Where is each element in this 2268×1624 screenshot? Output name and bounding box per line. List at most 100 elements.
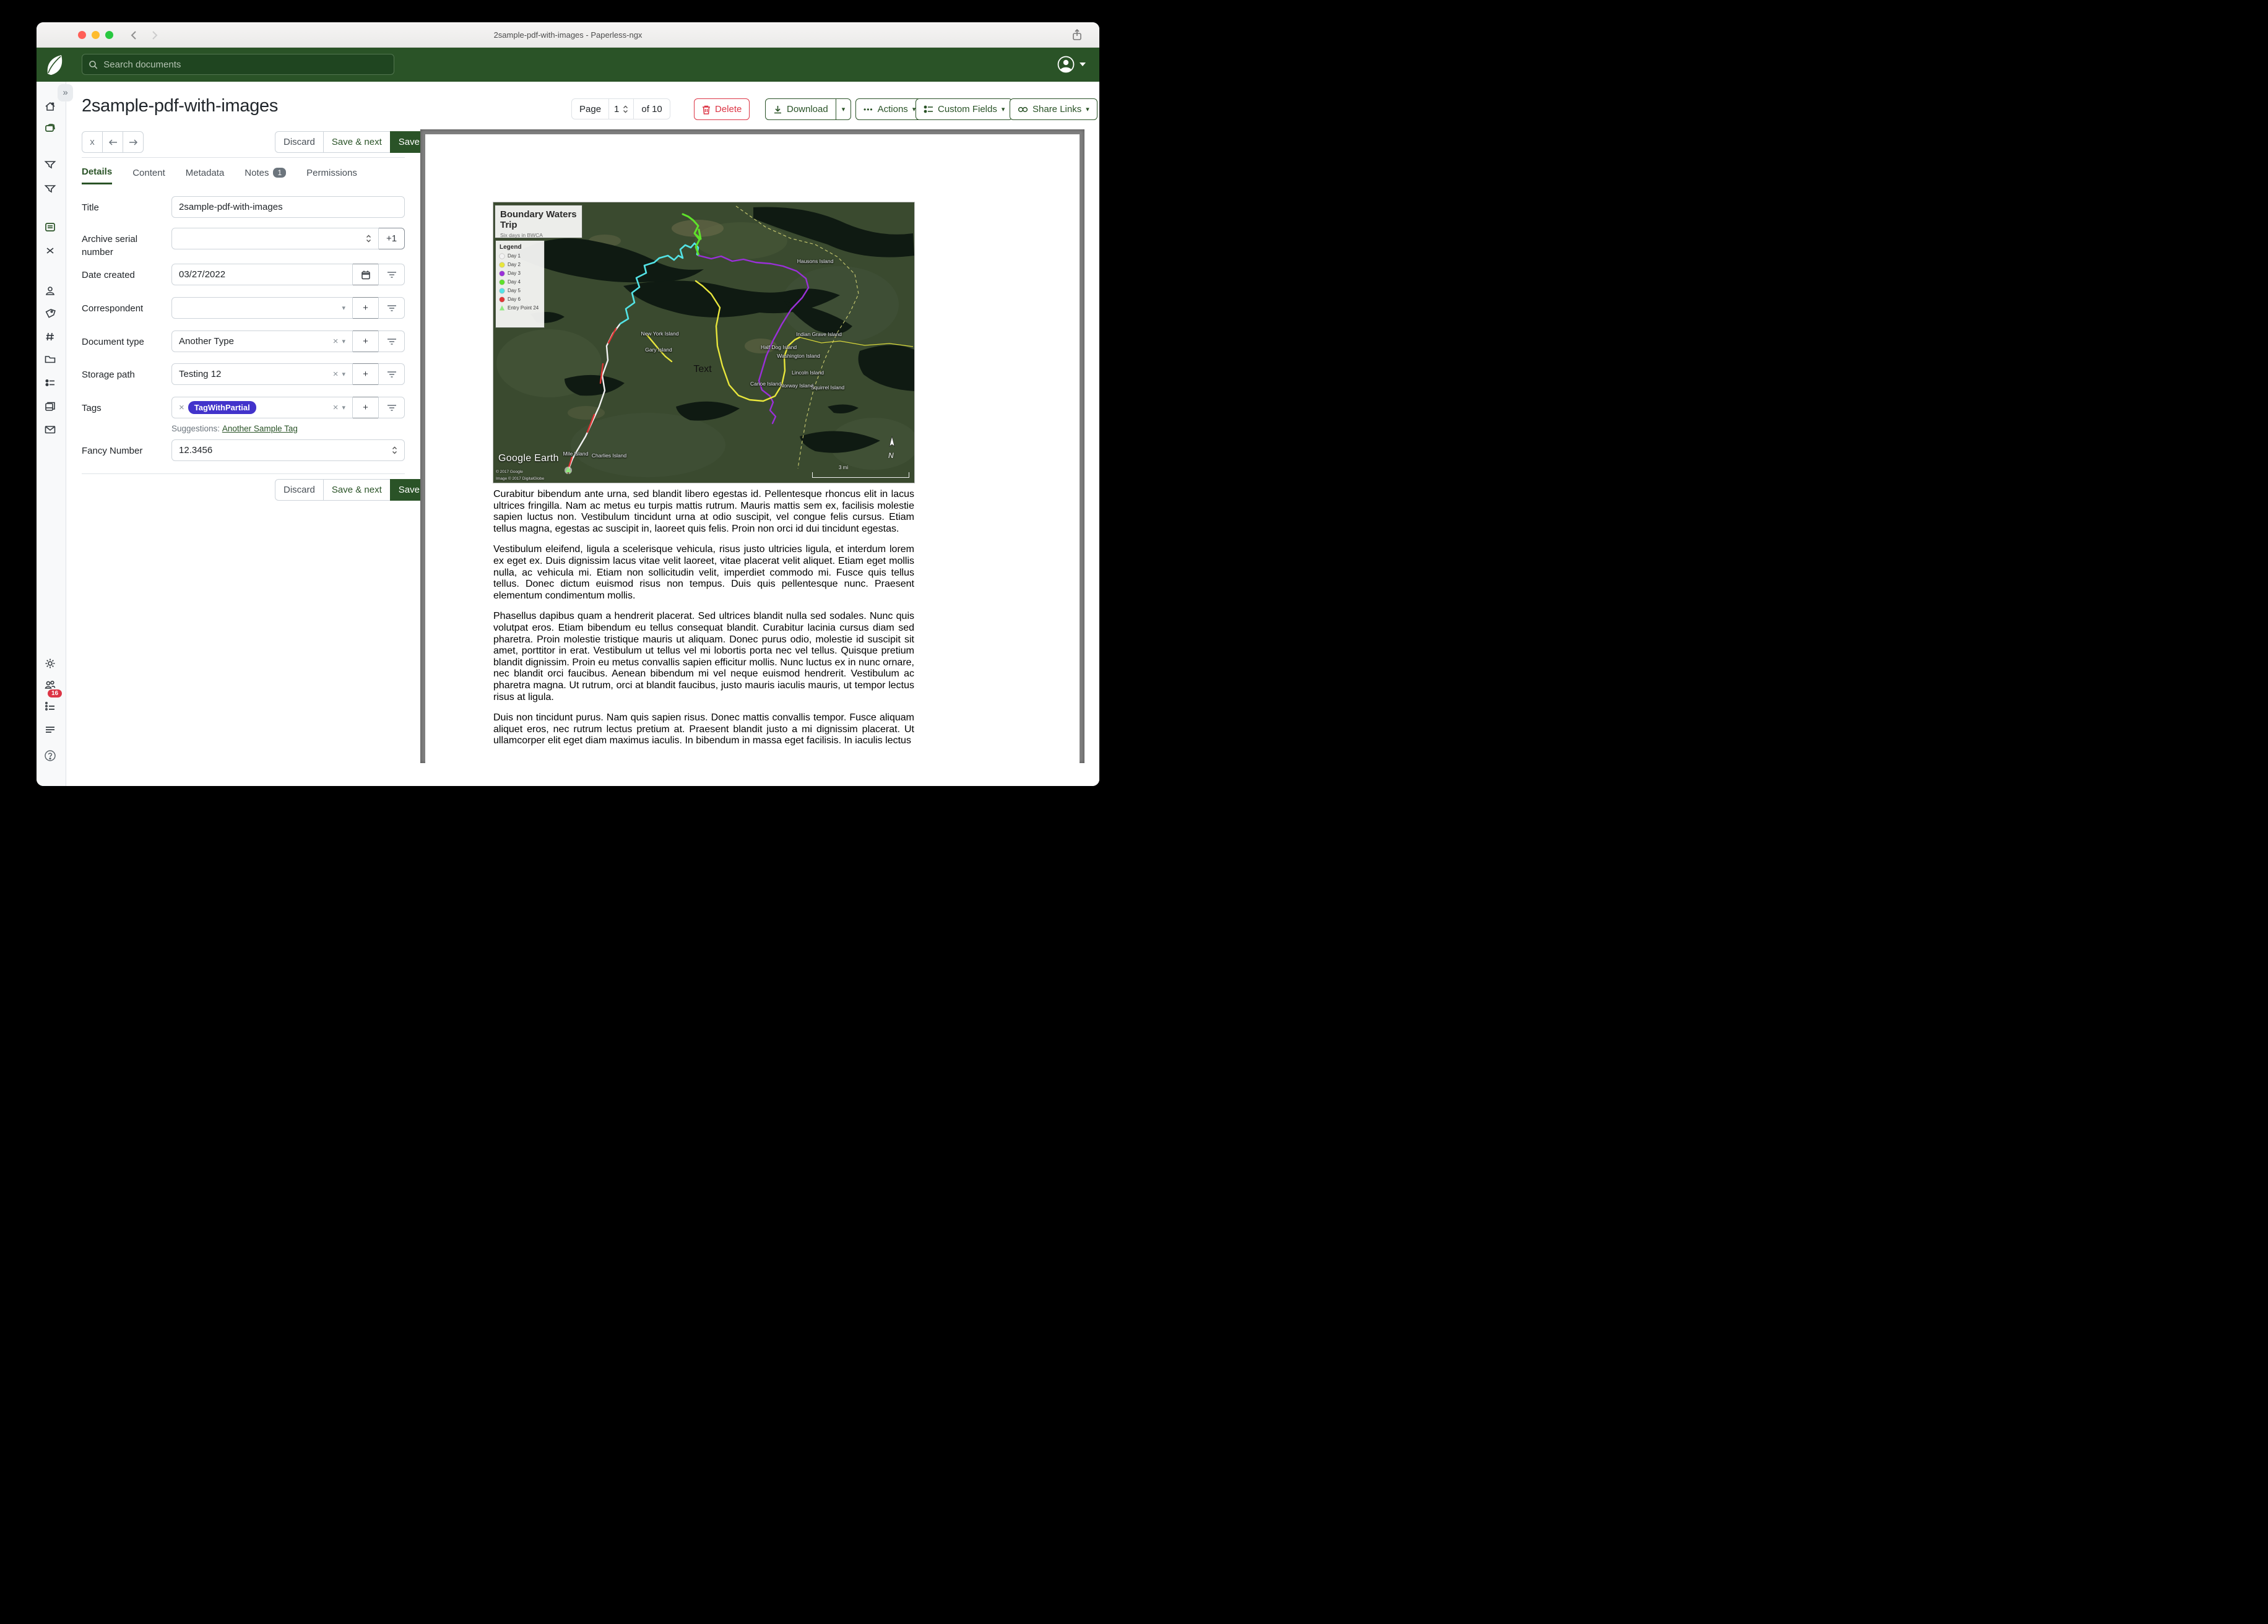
calendar-icon[interactable] [352, 264, 379, 285]
download-button[interactable]: Download [765, 98, 836, 120]
legend-item: Day 6 [500, 296, 540, 302]
title-input[interactable]: 2sample-pdf-with-images [171, 196, 405, 218]
save-next-button[interactable]: Save & next [323, 479, 391, 501]
sidebar-item-filter-icon[interactable] [44, 183, 56, 195]
clear-icon[interactable]: × [333, 402, 339, 413]
chevron-down-icon[interactable]: ▾ [342, 370, 345, 378]
storage-path-select[interactable]: Testing 12 × ▾ [171, 363, 353, 385]
close-document-icon[interactable] [44, 244, 56, 257]
asn-input[interactable] [171, 228, 379, 249]
sidebar-item-settings[interactable] [44, 657, 56, 670]
chevron-down-icon[interactable]: ▾ [342, 404, 345, 412]
stepper-icon[interactable] [366, 235, 371, 243]
share-icon[interactable] [1071, 28, 1083, 41]
legend-color-icon [500, 306, 504, 311]
sidebar-item-logs[interactable] [44, 724, 56, 736]
delete-button[interactable]: Delete [694, 98, 750, 120]
tags-label: Tags [82, 397, 171, 418]
close-editor-button[interactable]: x [82, 131, 103, 153]
filter-by-correspondent-icon[interactable] [378, 297, 405, 319]
tags-select[interactable]: × TagWithPartial × ▾ [171, 397, 353, 418]
custom-fields-button[interactable]: Custom Fields ▾ [915, 98, 1013, 120]
filter-by-storage-path-icon[interactable] [378, 363, 405, 385]
add-tag-button[interactable]: + [352, 397, 379, 418]
filter-by-tag-icon[interactable] [378, 397, 405, 418]
sidebar-nav: 16 [37, 82, 66, 786]
paperless-logo-icon[interactable] [43, 53, 66, 77]
filter-by-document-type-icon[interactable] [378, 330, 405, 352]
sidebar-item-storage-paths[interactable] [44, 353, 56, 366]
discard-button[interactable]: Discard [275, 479, 324, 501]
legend-item: Day 5 [500, 288, 540, 293]
discard-button[interactable]: Discard [275, 131, 324, 153]
add-correspondent-button[interactable]: + [352, 297, 379, 319]
remove-tag-icon[interactable]: × [179, 402, 184, 413]
document-type-select[interactable]: Another Type × ▾ [171, 330, 353, 352]
sidebar-item-document-types[interactable] [44, 330, 56, 343]
sidebar-item-custom-fields[interactable] [44, 377, 56, 389]
previous-document-button[interactable] [102, 131, 123, 153]
global-search[interactable] [82, 54, 394, 75]
chevron-down-icon[interactable]: ▾ [342, 337, 345, 345]
sidebar-item-mail[interactable] [44, 423, 56, 436]
sidebar-item-tasks[interactable] [44, 700, 56, 712]
pdf-paragraph: Phasellus dapibus quam a hendrerit place… [493, 611, 914, 703]
field-row-tags: Tags × TagWithPartial × ▾ + [82, 397, 405, 418]
field-row-correspondent: Correspondent ▾ + [82, 297, 405, 319]
sidebar-item-tags[interactable] [44, 308, 56, 320]
tag-chip[interactable]: TagWithPartial [188, 401, 256, 414]
search-input[interactable] [102, 59, 387, 71]
chevron-down-icon [1080, 63, 1086, 66]
stepper-icon[interactable] [392, 446, 397, 454]
page-of-label: of 10 [634, 99, 669, 119]
sidebar-item-dashboard[interactable] [44, 100, 56, 113]
field-row-fancy-number: Fancy Number 12.3456 [82, 439, 405, 461]
tab-content[interactable]: Content [132, 166, 165, 184]
sidebar-item-saved-views-icon[interactable] [44, 158, 56, 171]
date-created-input[interactable]: 03/27/2022 [171, 264, 353, 285]
correspondent-select[interactable]: ▾ [171, 297, 353, 319]
notes-count-badge: 1 [273, 168, 286, 178]
save-controls-top: Discard Save & next Save [275, 131, 428, 153]
entry-point-marker [565, 467, 572, 474]
legend-color-icon [500, 271, 504, 276]
sidebar-expand-button[interactable]: » [58, 84, 73, 102]
asn-plus-one-button[interactable]: +1 [378, 228, 405, 249]
map-text-annotation: Text [693, 364, 711, 375]
tab-metadata[interactable]: Metadata [186, 166, 225, 184]
chevron-down-icon[interactable]: ▾ [342, 304, 345, 312]
add-document-type-button[interactable]: + [352, 330, 379, 352]
user-menu[interactable] [1057, 56, 1086, 73]
page-number-input[interactable]: 1 [608, 99, 634, 119]
sidebar-item-documentation[interactable] [44, 749, 56, 762]
compass-north-label: N [885, 436, 899, 461]
tab-permissions[interactable]: Permissions [306, 166, 357, 184]
tab-notes[interactable]: Notes1 [245, 166, 286, 184]
legend-title: Legend [500, 244, 540, 251]
clear-icon[interactable]: × [333, 336, 339, 347]
sidebar-item-saved-documents[interactable] [44, 400, 56, 413]
sidebar-item-correspondents[interactable] [44, 285, 56, 297]
trash-icon [702, 105, 711, 114]
tab-details[interactable]: Details [82, 166, 112, 184]
add-storage-path-button[interactable]: + [352, 363, 379, 385]
legend-color-icon [500, 262, 504, 267]
share-links-button[interactable]: Share Links ▾ [1010, 98, 1097, 120]
sidebar-item-open-document[interactable] [44, 221, 56, 233]
next-document-button[interactable] [123, 131, 144, 153]
save-next-button[interactable]: Save & next [323, 131, 391, 153]
avatar-icon [1057, 56, 1075, 73]
fancy-number-input[interactable]: 12.3456 [171, 439, 405, 461]
sidebar-item-documents[interactable] [44, 122, 56, 134]
page-navigator: Page 1 of 10 [571, 98, 670, 119]
download-options-caret[interactable]: ▾ [836, 98, 852, 120]
filter-by-date-icon[interactable] [378, 264, 405, 285]
clear-icon[interactable]: × [333, 369, 339, 379]
document-type-label: Document type [82, 330, 171, 352]
actions-button[interactable]: ••• Actions ▾ [855, 98, 924, 120]
pdf-viewer[interactable]: Boundary Waters Trip Six days in BWCA Le… [420, 129, 1084, 763]
tag-suggestion-link[interactable]: Another Sample Tag [222, 424, 298, 433]
stepper-icon[interactable] [623, 105, 628, 113]
pdf-text: Curabitur bibendum ante urna, sed blandi… [493, 489, 914, 756]
map-scale-bar [812, 472, 909, 478]
